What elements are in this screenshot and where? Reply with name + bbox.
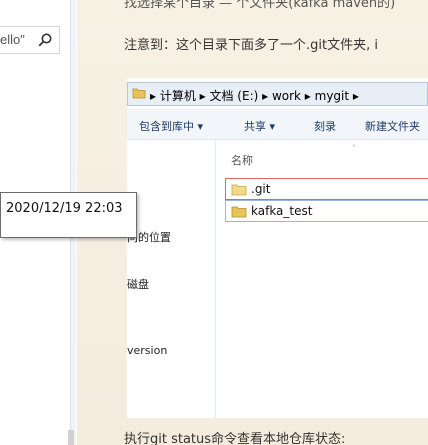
search-text: ello" <box>0 32 25 47</box>
article-line: 注意到：这个目录下面多了一个.git文件夹, i <box>124 38 378 53</box>
file-name: kafka_test <box>251 204 313 218</box>
search-icon[interactable] <box>37 32 53 48</box>
search-input[interactable]: ello" <box>0 26 60 54</box>
new-folder-button[interactable]: 新建文件夹 <box>365 118 420 134</box>
burn-button[interactable]: 刻录 <box>314 118 336 134</box>
pane-divider <box>215 140 216 418</box>
folder-icon <box>231 206 247 218</box>
address-bar[interactable]: ▸ 计算机 ▸ 文档 (E:) ▸ work ▸ mygit ▸ <box>127 82 428 106</box>
sort-arrow-icon: ˄ <box>352 144 356 153</box>
date-tooltip: 2020/12/19 22:03 <box>0 192 137 238</box>
nav-item[interactable]: 磁盘 <box>127 276 149 292</box>
include-in-library-button[interactable]: 包含到库中 ▾ <box>139 118 203 134</box>
article-line: 找选择某个目录 — 个文件夹(kafka maven的) <box>124 0 396 11</box>
navigation-pane: 问的位置 磁盘 version <box>127 140 213 418</box>
explorer-toolbar: 包含到库中 ▾ 共享 ▾ 刻录 新建文件夹 <box>127 108 428 140</box>
scroll-marker <box>68 430 74 445</box>
address-path: ▸ 计算机 ▸ 文档 (E:) ▸ work ▸ mygit ▸ <box>150 89 359 103</box>
folder-icon <box>132 88 146 99</box>
file-row-kafka-test[interactable]: kafka_test <box>225 200 428 222</box>
file-row-git[interactable]: .git <box>225 178 428 200</box>
article-line: 执行git status命令查看本地仓库状态: <box>124 432 346 445</box>
nav-item[interactable]: version <box>127 344 167 357</box>
folder-icon <box>231 184 247 196</box>
tooltip-text: 2020/12/19 22:03 <box>6 201 123 216</box>
explorer-window: ▸ 计算机 ▸ 文档 (E:) ▸ work ▸ mygit ▸ 包含到库中 ▾… <box>127 78 428 418</box>
share-button[interactable]: 共享 ▾ <box>244 118 275 134</box>
file-name: .git <box>251 182 271 196</box>
column-header-name[interactable]: 名称 <box>231 152 253 168</box>
